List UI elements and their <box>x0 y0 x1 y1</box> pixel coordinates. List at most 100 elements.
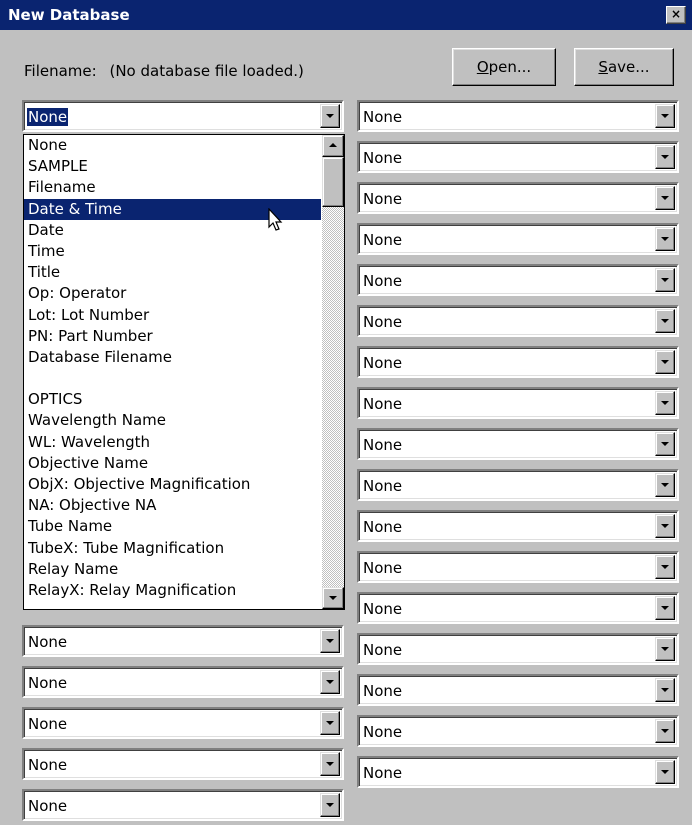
chevron-down-icon[interactable] <box>655 514 675 538</box>
field-combo[interactable]: None <box>357 305 679 337</box>
field-combo[interactable]: None <box>357 387 679 419</box>
title-bar: New Database × <box>0 0 692 30</box>
field-combo-open[interactable]: None <box>22 100 344 132</box>
chevron-down-icon[interactable] <box>320 711 340 735</box>
chevron-down-icon[interactable] <box>655 719 675 743</box>
combo-value: None <box>363 272 403 290</box>
dropdown-item[interactable]: WL: Wavelength <box>24 432 321 453</box>
dropdown-item[interactable]: Lot: Lot Number <box>24 305 321 326</box>
field-combo[interactable]: None <box>357 141 679 173</box>
close-button[interactable]: × <box>666 6 686 24</box>
combo-value: None <box>363 682 403 700</box>
combo-value: None <box>28 797 68 815</box>
chevron-down-icon[interactable] <box>320 752 340 776</box>
combo-value: None <box>363 600 403 618</box>
field-combo[interactable]: None <box>357 715 679 747</box>
chevron-down-icon[interactable] <box>655 760 675 784</box>
field-dropdown-list[interactable]: None SAMPLE Filename Date & Time Date Time Tit… <box>23 134 345 610</box>
dropdown-item[interactable]: NA: Objective NA <box>24 495 321 516</box>
field-combo[interactable]: None <box>357 223 679 255</box>
dropdown-scrollbar[interactable] <box>322 135 344 609</box>
dropdown-item[interactable] <box>24 368 321 389</box>
chevron-down-icon[interactable] <box>655 268 675 292</box>
chevron-down-icon[interactable] <box>320 629 340 653</box>
field-combo[interactable]: None <box>22 789 344 821</box>
field-combo[interactable]: None <box>357 264 679 296</box>
chevron-down-icon[interactable] <box>655 350 675 374</box>
scroll-thumb[interactable] <box>322 157 344 207</box>
combo-value: None <box>363 764 403 782</box>
combo-value: None <box>363 231 403 249</box>
chevron-down-icon[interactable] <box>320 793 340 817</box>
chevron-down-icon[interactable] <box>655 104 675 128</box>
dropdown-item[interactable]: Wavelength Name <box>24 410 321 431</box>
combo-value: None <box>363 313 403 331</box>
combo-value: None <box>363 723 403 741</box>
dropdown-item[interactable]: None <box>24 135 321 156</box>
field-combo[interactable]: None <box>357 469 679 501</box>
chevron-down-icon[interactable] <box>655 145 675 169</box>
dropdown-item[interactable]: SAMPLE <box>24 156 321 177</box>
combo-value: None <box>363 395 403 413</box>
combo-value: None <box>363 436 403 454</box>
window-title: New Database <box>8 6 130 24</box>
field-combo[interactable]: None <box>357 633 679 665</box>
field-combo[interactable]: None <box>357 756 679 788</box>
chevron-down-icon[interactable] <box>320 104 340 128</box>
dropdown-item[interactable]: Time <box>24 241 321 262</box>
save-button[interactable]: Save... <box>574 48 674 86</box>
combo-value: None <box>25 107 70 127</box>
dropdown-item[interactable]: Relay Name <box>24 559 321 580</box>
chevron-down-icon[interactable] <box>655 596 675 620</box>
chevron-down-icon[interactable] <box>320 670 340 694</box>
filename-row: Filename: (No database file loaded.) <box>24 62 304 80</box>
scroll-up-icon[interactable] <box>322 135 344 157</box>
combo-value: None <box>363 518 403 536</box>
dropdown-item[interactable]: TubeX: Tube Magnification <box>24 538 321 559</box>
scroll-down-icon[interactable] <box>322 587 344 609</box>
combo-value: None <box>363 108 403 126</box>
dropdown-item[interactable]: OPTICS <box>24 389 321 410</box>
chevron-down-icon[interactable] <box>655 678 675 702</box>
open-mnemonic: O <box>476 58 489 76</box>
dropdown-items: None SAMPLE Filename Date & Time Date Time Tit… <box>24 135 344 601</box>
chevron-down-icon[interactable] <box>655 309 675 333</box>
dropdown-item[interactable]: PN: Part Number <box>24 326 321 347</box>
arrow-cursor-icon <box>268 208 283 231</box>
chevron-down-icon[interactable] <box>655 637 675 661</box>
chevron-down-icon[interactable] <box>655 473 675 497</box>
dropdown-item[interactable]: RelayX: Relay Magnification <box>24 580 321 601</box>
dropdown-item[interactable]: Filename <box>24 177 321 198</box>
field-combo[interactable]: None <box>22 666 344 698</box>
field-combo[interactable]: None <box>357 510 679 542</box>
combo-value: None <box>363 149 403 167</box>
field-combo[interactable]: None <box>357 346 679 378</box>
dropdown-item[interactable]: ObjX: Objective Magnification <box>24 474 321 495</box>
field-combo[interactable]: None <box>357 551 679 583</box>
dropdown-item[interactable]: Database Filename <box>24 347 321 368</box>
open-button[interactable]: Open... <box>452 48 556 86</box>
field-combo[interactable]: None <box>357 592 679 624</box>
filename-value: (No database file loaded.) <box>109 62 304 80</box>
chevron-down-icon[interactable] <box>655 432 675 456</box>
chevron-down-icon[interactable] <box>655 227 675 251</box>
combo-value: None <box>363 559 403 577</box>
field-combo[interactable]: None <box>357 182 679 214</box>
chevron-down-icon[interactable] <box>655 555 675 579</box>
field-combo[interactable]: None <box>357 428 679 460</box>
open-label-rest: pen... <box>488 58 532 76</box>
dropdown-item[interactable]: Title <box>24 262 321 283</box>
field-combo[interactable]: None <box>22 707 344 739</box>
field-combo[interactable]: None <box>357 100 679 132</box>
dropdown-item[interactable]: Op: Operator <box>24 283 321 304</box>
dropdown-item[interactable]: Objective Name <box>24 453 321 474</box>
combo-value: None <box>363 477 403 495</box>
chevron-down-icon[interactable] <box>655 391 675 415</box>
combo-value: None <box>363 641 403 659</box>
dropdown-item[interactable]: Tube Name <box>24 516 321 537</box>
field-combo[interactable]: None <box>22 625 344 657</box>
chevron-down-icon[interactable] <box>655 186 675 210</box>
filename-label: Filename: <box>24 62 97 80</box>
field-combo[interactable]: None <box>22 748 344 780</box>
field-combo[interactable]: None <box>357 674 679 706</box>
